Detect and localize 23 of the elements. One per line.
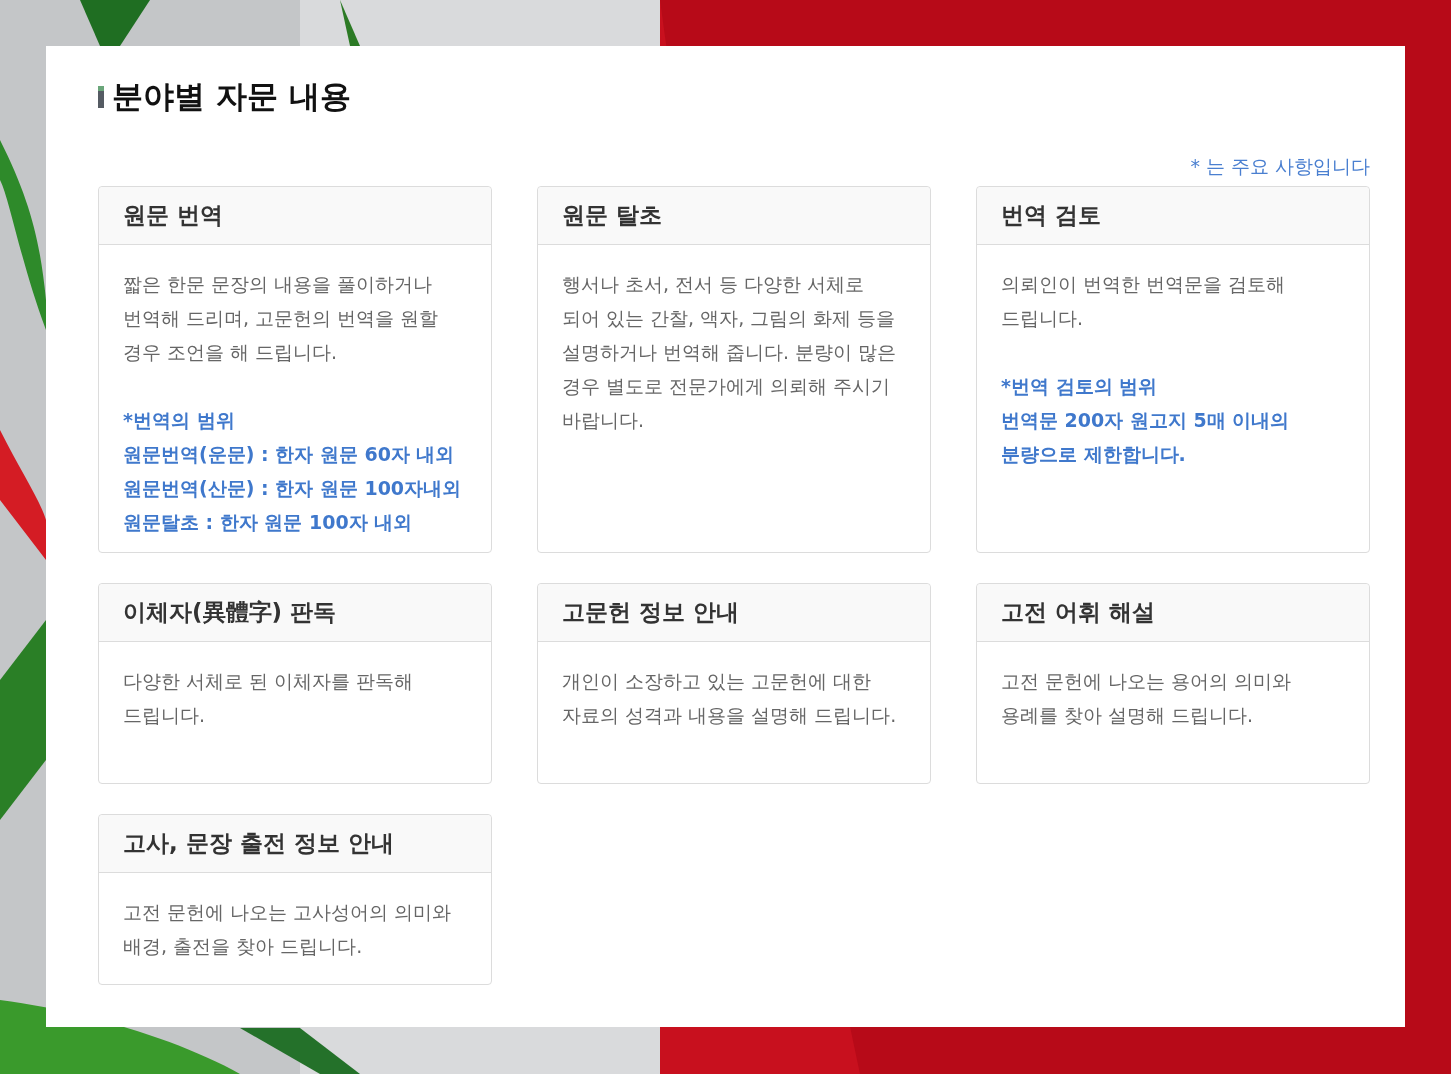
- card-description: 고전 문헌에 나오는 고사성어의 의미와 배경, 출전을 찾아 드립니다.: [123, 900, 453, 959]
- card-description: 고전 문헌에 나오는 용어의 의미와 용례를 찾아 설명해 드립니다.: [1001, 669, 1293, 728]
- card-title: 고전 어휘 해설: [1001, 598, 1155, 627]
- scope-note: 원문번역(운문) : 한자 원문 60자 내외: [123, 442, 456, 467]
- scope-note: 원문탈초 : 한자 원문 100자 내외: [123, 510, 414, 535]
- scope-note: *번역의 범위: [123, 408, 236, 433]
- scope-note: 번역문 200자 원고지 5매 이내의 분량으로 제한합니다.: [1001, 408, 1291, 467]
- card-title: 번역 검토: [1001, 201, 1101, 230]
- card-title: 원문 탈초: [562, 201, 662, 230]
- card-description: 의뢰인이 번역한 번역문을 검토해 드립니다.: [1001, 272, 1287, 331]
- card-description: 다양한 서체로 된 이체자를 판독해 드립니다.: [123, 669, 415, 728]
- scope-note: *번역 검토의 범위: [1001, 374, 1159, 399]
- card-description: 짧은 한문 문장의 내용을 풀이하거나 번역해 드리며, 고문헌의 번역을 원할 경우 조언을 해 드립니다.: [123, 272, 440, 365]
- card-title: 고사, 문장 출전 정보 안내: [123, 829, 394, 858]
- heading-bar-icon: [98, 86, 104, 108]
- card-title: 고문헌 정보 안내: [562, 598, 739, 627]
- section-title: 분야별 자문 내용: [112, 77, 351, 116]
- card-description: 개인이 소장하고 있는 고문헌에 대한 자료의 성격과 내용을 설명해 드립니다.: [562, 669, 898, 728]
- card-title: 이체자(異體字) 판독: [123, 598, 337, 627]
- scope-note: 원문번역(산문) : 한자 원문 100자내외: [123, 476, 463, 501]
- card-title: 원문 번역: [123, 201, 223, 230]
- card-description: 행서나 초서, 전서 등 다양한 서체로 되어 있는 간찰, 액자, 그림의 화제 등을 설명하거나 번역해 줍니다. 분량이 많은 경우 별도로 전문가에게 의뢰해 주시기 바랍니다.: [562, 272, 898, 433]
- legend-note: * 는 주요 사항입니다: [1189, 154, 1370, 179]
